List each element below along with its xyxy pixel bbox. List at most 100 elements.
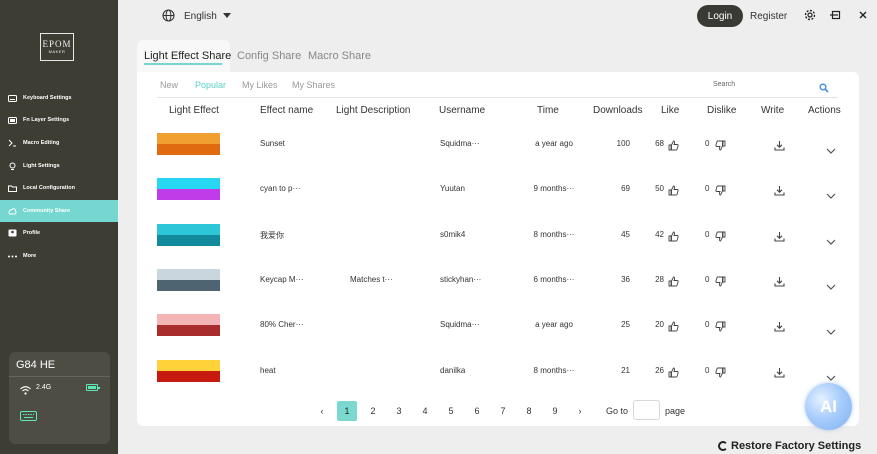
preview-top-band	[157, 314, 220, 325]
light-effect-preview[interactable]	[157, 314, 220, 336]
page-4-button[interactable]: 4	[415, 401, 435, 421]
search-icon[interactable]	[819, 80, 829, 98]
chevron-down-icon[interactable]	[826, 141, 836, 159]
thumbs-down-icon[interactable]	[715, 319, 726, 337]
light-effect-preview[interactable]	[157, 133, 220, 155]
page-7-button[interactable]: 7	[493, 401, 513, 421]
dislikes-count: 0	[705, 139, 710, 148]
download-icon[interactable]	[774, 274, 785, 292]
likes-count: 26	[655, 366, 664, 375]
login-button[interactable]: Login	[697, 5, 743, 27]
battery-level	[88, 386, 96, 389]
prev-page-icon[interactable]: ‹	[312, 401, 332, 421]
thumbs-up-icon[interactable]	[668, 183, 679, 201]
downloads-count: 45	[621, 230, 630, 239]
sidebar-item-local-configuration[interactable]: Local Configuration	[0, 177, 118, 199]
logo-text-bottom: MAKER	[48, 49, 66, 54]
effect-name: 我爱你	[260, 231, 284, 240]
thumbs-up-icon[interactable]	[668, 138, 679, 156]
next-page-icon[interactable]: ›	[570, 401, 590, 421]
restore-label: Restore Factory Settings	[731, 440, 862, 452]
column-header-light-description: Light Description	[336, 105, 411, 116]
download-icon[interactable]	[774, 365, 785, 383]
page-5-button[interactable]: 5	[441, 401, 461, 421]
sidebar-item-fn-layer-settings[interactable]: Fn Layer Settings	[0, 109, 118, 131]
likes-count: 50	[655, 184, 664, 193]
sidebar-item-light-settings[interactable]: Light Settings	[0, 155, 118, 177]
settings-icon[interactable]	[804, 9, 816, 21]
chevron-down-icon[interactable]	[826, 186, 836, 204]
tab-config-share[interactable]: Config Share	[237, 50, 301, 62]
close-icon[interactable]	[857, 9, 869, 21]
downloads-count: 36	[621, 275, 630, 284]
thumbs-down-icon[interactable]	[715, 274, 726, 292]
username: s0mik4	[440, 230, 466, 239]
more-icon	[8, 252, 17, 260]
page-1-button[interactable]: 1	[337, 401, 357, 421]
ai-assistant-button[interactable]: AI	[805, 383, 852, 430]
goto-page-input[interactable]	[633, 400, 660, 420]
downloads-count: 69	[621, 184, 630, 193]
time: 6 months···	[533, 275, 575, 284]
goto-label: Go to	[606, 406, 629, 416]
time: a year ago	[535, 139, 573, 148]
language-select[interactable]: English	[184, 11, 217, 22]
device-card[interactable]: G84 HE 2.4G	[9, 352, 110, 444]
light-effect-preview[interactable]	[157, 269, 220, 291]
page-9-button[interactable]: 9	[545, 401, 565, 421]
download-icon[interactable]	[774, 229, 785, 247]
page-2-button[interactable]: 2	[363, 401, 383, 421]
restore-icon	[718, 441, 728, 451]
thumbs-down-icon[interactable]	[715, 183, 726, 201]
caret-down-icon[interactable]	[223, 13, 231, 18]
thumbs-down-icon[interactable]	[715, 138, 726, 156]
register-link[interactable]: Register	[750, 11, 787, 22]
logo-text-top: EPOM	[42, 39, 72, 49]
chevron-down-icon[interactable]	[826, 322, 836, 340]
sidebar-item-more[interactable]: More	[0, 245, 118, 267]
light-effect-preview[interactable]	[157, 360, 220, 382]
column-header-actions: Actions	[808, 105, 841, 116]
thumbs-down-icon[interactable]	[715, 229, 726, 247]
username: Squidma···	[440, 139, 480, 148]
tab-macro-share[interactable]: Macro Share	[308, 50, 371, 62]
sidebar-item-keyboard-settings[interactable]: Keyboard Settings	[0, 87, 118, 109]
sidebar-item-macro-editing[interactable]: Macro Editing	[0, 132, 118, 154]
sidebar: EPOM MAKER Keyboard Settings Fn Layer Se…	[0, 0, 118, 454]
filter-new[interactable]: New	[160, 80, 178, 90]
download-icon[interactable]	[774, 319, 785, 337]
download-icon[interactable]	[774, 183, 785, 201]
maximize-icon[interactable]	[830, 9, 842, 21]
filter-my-shares[interactable]: My Shares	[292, 80, 335, 90]
restore-factory-settings-button[interactable]: Restore Factory Settings	[718, 440, 861, 452]
tab-light-effect-share[interactable]: Light Effect Share	[144, 50, 231, 62]
thumbs-up-icon[interactable]	[668, 274, 679, 292]
sidebar-item-label: Light Settings	[23, 163, 60, 169]
globe-icon[interactable]	[162, 9, 175, 27]
sidebar-item-profile[interactable]: Profile	[0, 222, 118, 244]
epomaker-logo: EPOM MAKER	[40, 33, 74, 61]
share-panel	[137, 72, 859, 426]
page-8-button[interactable]: 8	[519, 401, 539, 421]
keyboard-device-icon	[20, 408, 37, 426]
page-6-button[interactable]: 6	[467, 401, 487, 421]
sidebar-item-community-share[interactable]: Community Share	[0, 200, 118, 222]
light-effect-preview[interactable]	[157, 224, 220, 246]
thumbs-down-icon[interactable]	[715, 365, 726, 383]
chevron-down-icon[interactable]	[826, 277, 836, 295]
column-header-like: Like	[661, 105, 680, 116]
light-effect-preview[interactable]	[157, 178, 220, 200]
page-3-button[interactable]: 3	[389, 401, 409, 421]
thumbs-up-icon[interactable]	[668, 319, 679, 337]
likes-count: 20	[655, 320, 664, 329]
effect-name: Sunset	[260, 139, 285, 148]
filter-popular[interactable]: Popular	[195, 80, 226, 90]
preview-bottom-band	[157, 235, 220, 246]
filter-my-likes[interactable]: My Likes	[242, 80, 278, 90]
downloads-count: 25	[621, 320, 630, 329]
search-input[interactable]: Search	[713, 81, 735, 88]
thumbs-up-icon[interactable]	[668, 229, 679, 247]
download-icon[interactable]	[774, 138, 785, 156]
thumbs-up-icon[interactable]	[668, 365, 679, 383]
chevron-down-icon[interactable]	[826, 232, 836, 250]
